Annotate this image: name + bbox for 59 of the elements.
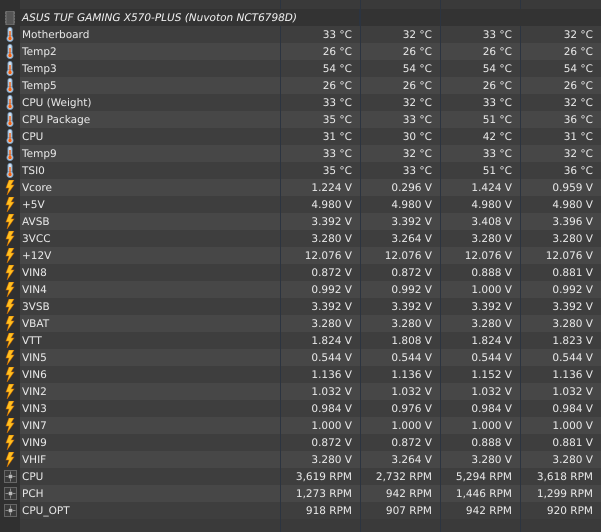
sensor-label: CPU_OPT bbox=[21, 504, 71, 518]
thermometer-icon bbox=[5, 146, 15, 161]
sensor-label: +12V bbox=[21, 248, 52, 264]
lightning-icon bbox=[5, 248, 15, 263]
sensor-label: VIN8 bbox=[21, 266, 48, 280]
sensor-label: 3VSB bbox=[21, 300, 51, 314]
thermometer-icon bbox=[5, 44, 15, 59]
lightning-icon bbox=[5, 418, 15, 433]
sensor-label: VIN7 bbox=[21, 418, 48, 434]
lightning-icon bbox=[5, 265, 15, 280]
lightning-icon bbox=[5, 231, 15, 246]
fan-icon bbox=[4, 487, 16, 500]
lightning-icon bbox=[5, 197, 15, 212]
thermometer-icon bbox=[5, 61, 15, 76]
sensor-label: CPU Package bbox=[21, 112, 92, 128]
fan-icon bbox=[4, 470, 16, 483]
thermometer-icon bbox=[5, 163, 15, 178]
sensor-label: Temp3 bbox=[21, 62, 58, 76]
sensor-label: VIN5 bbox=[21, 350, 48, 366]
lightning-icon bbox=[5, 350, 15, 365]
sensor-label: Vcore bbox=[21, 180, 53, 196]
sensor-label: VIN6 bbox=[21, 368, 48, 382]
sensor-label: CPU (Weight) bbox=[21, 96, 92, 110]
sensor-label: AVSB bbox=[21, 214, 51, 230]
sensor-label: +5V bbox=[21, 198, 46, 212]
sensor-label: VIN3 bbox=[21, 402, 48, 416]
sensor-label: VTT bbox=[21, 334, 43, 348]
sensor-label: VIN9 bbox=[21, 436, 48, 450]
fan-icon bbox=[4, 504, 16, 517]
lightning-icon bbox=[5, 180, 15, 195]
lightning-icon bbox=[5, 282, 15, 297]
lightning-icon bbox=[5, 214, 15, 229]
lightning-icon bbox=[5, 452, 15, 467]
lightning-icon bbox=[5, 299, 15, 314]
sensor-label: VIN4 bbox=[21, 282, 48, 298]
lightning-icon bbox=[5, 401, 15, 416]
sensor-label: VBAT bbox=[21, 316, 50, 332]
lightning-icon bbox=[5, 367, 15, 382]
sensor-label: Temp2 bbox=[21, 44, 58, 60]
sensor-label: VIN2 bbox=[21, 384, 48, 400]
sensor-label: VHIF bbox=[21, 452, 48, 468]
lightning-icon bbox=[5, 333, 15, 348]
sensor-label: Temp9 bbox=[21, 146, 58, 162]
sensor-label: CPU bbox=[21, 470, 44, 484]
thermometer-icon bbox=[5, 27, 15, 42]
sensor-label: TSI0 bbox=[21, 164, 46, 178]
thermometer-icon bbox=[5, 112, 15, 127]
sensor-label: CPU bbox=[21, 130, 44, 144]
thermometer-icon bbox=[5, 78, 15, 93]
lightning-icon bbox=[5, 316, 15, 331]
chip-icon bbox=[5, 10, 15, 24]
sensor-label: PCH bbox=[21, 486, 45, 502]
sensor-label: 3VCC bbox=[21, 232, 52, 246]
lightning-icon bbox=[5, 384, 15, 399]
thermometer-icon bbox=[5, 95, 15, 110]
lightning-icon bbox=[5, 435, 15, 450]
sensor-label: Motherboard bbox=[21, 28, 90, 42]
thermometer-icon bbox=[5, 129, 15, 144]
sensor-label: Temp5 bbox=[21, 78, 58, 94]
